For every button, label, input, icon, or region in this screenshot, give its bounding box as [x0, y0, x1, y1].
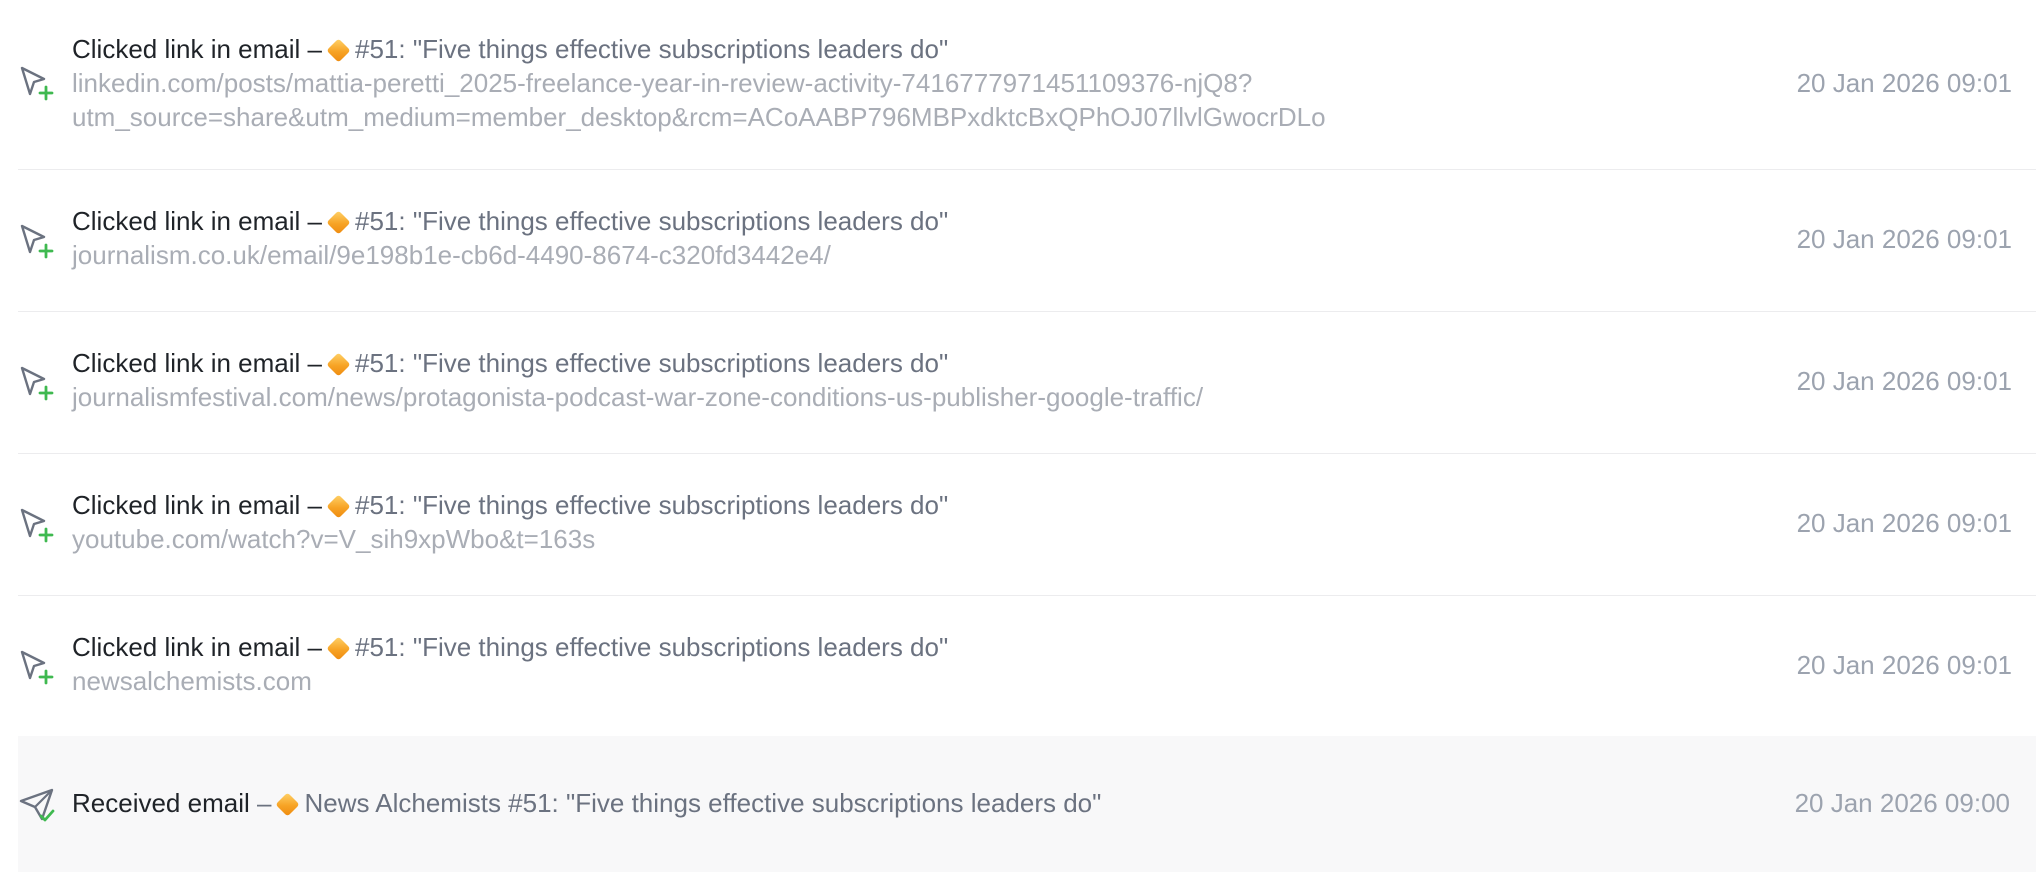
- activity-content: Clicked link in email – #51: "Five things…: [72, 488, 1706, 556]
- timestamp: 20 Jan 2026 09:01: [1796, 366, 2012, 396]
- event-label: Clicked link in email: [72, 490, 301, 520]
- cursor-click-icon: [18, 64, 56, 102]
- orange-diamond-icon: [275, 792, 300, 817]
- activity-title: Received email – News Alchemists #51: "Fi…: [72, 786, 1706, 820]
- activity-title: Clicked link in email – #51: "Five things…: [72, 488, 1706, 522]
- event-label: Clicked link in email: [72, 34, 301, 64]
- activity-title: Clicked link in email – #51: "Five things…: [72, 346, 1706, 380]
- cursor-click-icon: [18, 222, 56, 260]
- activity-content: Clicked link in email – #51: "Five things…: [72, 630, 1706, 698]
- activity-row[interactable]: Clicked link in email – #51: "Five things…: [18, 312, 2036, 454]
- timestamp: 20 Jan 2026 09:01: [1796, 650, 2012, 680]
- activity-content: Received email – News Alchemists #51: "Fi…: [72, 786, 1706, 820]
- clicked-url[interactable]: journalism.co.uk/email/9e198b1e-cb6d-449…: [72, 238, 1706, 272]
- activity-content: Clicked link in email – #51: "Five things…: [72, 204, 1706, 272]
- clicked-url-line: linkedin.com/posts/mattia-peretti_2025-f…: [72, 68, 1253, 98]
- activity-row[interactable]: Clicked link in email – #51: "Five things…: [18, 170, 2036, 312]
- event-label: Clicked link in email: [72, 632, 301, 662]
- clicked-url-line: utm_source=share&utm_medium=member_deskt…: [72, 102, 1326, 132]
- activity-row[interactable]: Received email – News Alchemists #51: "Fi…: [18, 736, 2036, 872]
- clicked-url[interactable]: newsalchemists.com: [72, 664, 1706, 698]
- activity-row[interactable]: Clicked link in email – #51: "Five things…: [18, 454, 2036, 596]
- separator: –: [307, 490, 323, 520]
- email-subject[interactable]: #51: "Five things effective subscription…: [355, 490, 948, 520]
- email-subject[interactable]: #51: "Five things effective subscription…: [355, 206, 948, 236]
- timestamp: 20 Jan 2026 09:00: [1794, 788, 2010, 818]
- activity-row[interactable]: Clicked link in email – #51: "Five things…: [18, 596, 2036, 736]
- clicked-url[interactable]: youtube.com/watch?v=V_sih9xpWbo&t=163s: [72, 522, 1706, 556]
- separator: –: [307, 632, 323, 662]
- email-subject[interactable]: #51: "Five things effective subscription…: [355, 348, 948, 378]
- separator: –: [307, 206, 323, 236]
- orange-diamond-icon: [326, 38, 351, 63]
- event-label: Clicked link in email: [72, 348, 301, 378]
- separator: –: [307, 348, 323, 378]
- cursor-click-icon: [18, 364, 56, 402]
- clicked-url[interactable]: journalismfestival.com/news/protagonista…: [72, 380, 1706, 414]
- activity-title: Clicked link in email – #51: "Five things…: [72, 32, 1706, 66]
- orange-diamond-icon: [326, 210, 351, 235]
- email-subject[interactable]: News Alchemists #51: "Five things effect…: [304, 788, 1101, 818]
- activity-title: Clicked link in email – #51: "Five things…: [72, 204, 1706, 238]
- timestamp: 20 Jan 2026 09:01: [1796, 508, 2012, 538]
- timestamp: 20 Jan 2026 09:01: [1796, 224, 2012, 254]
- orange-diamond-icon: [326, 494, 351, 519]
- cursor-click-icon: [18, 506, 56, 544]
- paper-plane-check-icon: [18, 786, 56, 824]
- activity-feed: Clicked link in email – #51: "Five things…: [18, 0, 2036, 872]
- activity-row[interactable]: Clicked link in email – #51: "Five things…: [18, 0, 2036, 170]
- email-subject[interactable]: #51: "Five things effective subscription…: [355, 632, 948, 662]
- cursor-click-icon: [18, 648, 56, 686]
- separator: –: [307, 34, 323, 64]
- event-label: Received email: [72, 788, 250, 818]
- orange-diamond-icon: [326, 636, 351, 661]
- orange-diamond-icon: [326, 352, 351, 377]
- activity-title: Clicked link in email – #51: "Five things…: [72, 630, 1706, 664]
- clicked-url[interactable]: linkedin.com/posts/mattia-peretti_2025-f…: [72, 66, 1706, 134]
- timestamp: 20 Jan 2026 09:01: [1796, 68, 2012, 98]
- event-label: Clicked link in email: [72, 206, 301, 236]
- activity-content: Clicked link in email – #51: "Five things…: [72, 32, 1706, 134]
- separator: –: [256, 788, 272, 818]
- activity-content: Clicked link in email – #51: "Five things…: [72, 346, 1706, 414]
- email-subject[interactable]: #51: "Five things effective subscription…: [355, 34, 948, 64]
